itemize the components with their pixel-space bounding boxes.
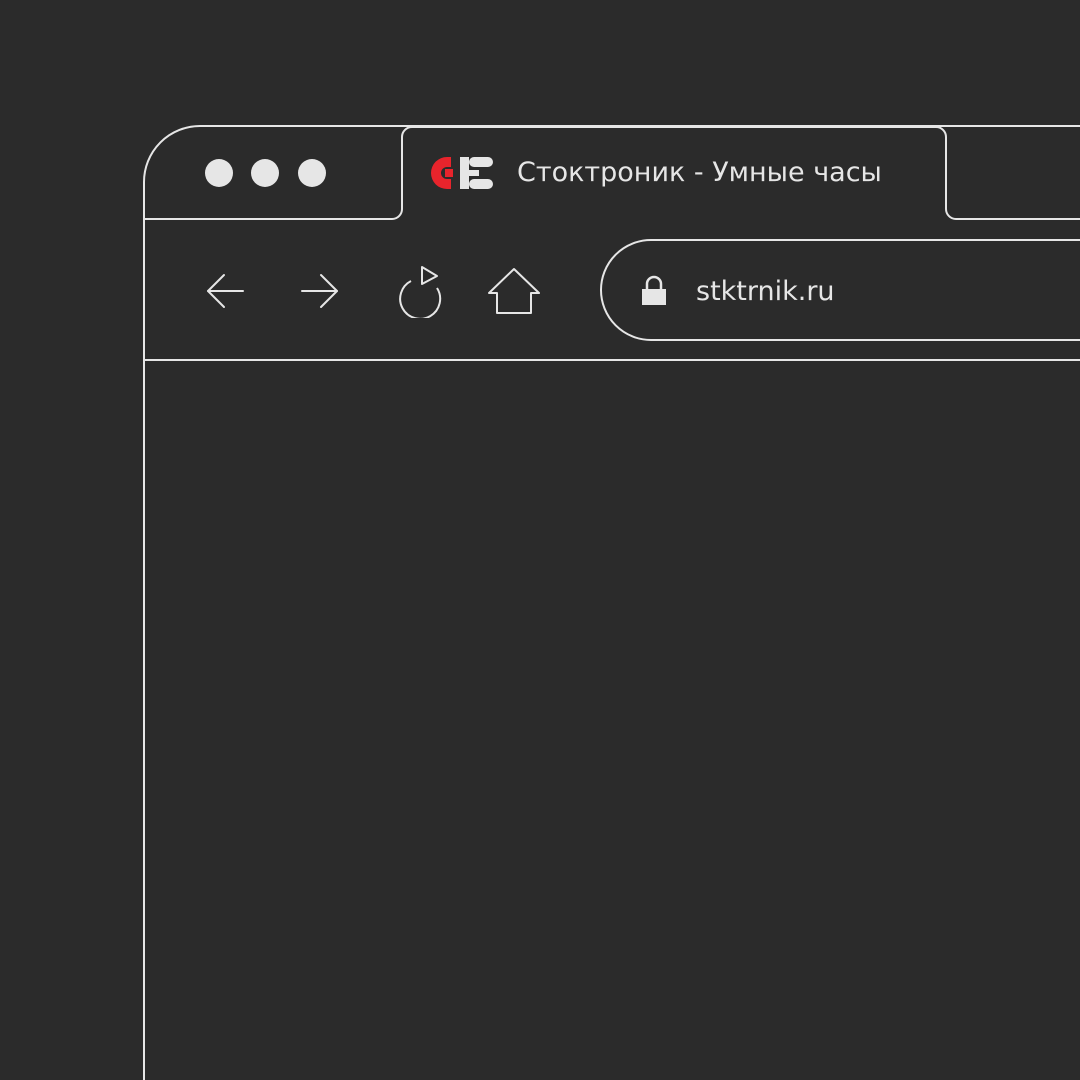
tab-title[interactable]: Стоктроник - Умные часы (517, 155, 882, 191)
stoktronik-logo-icon (431, 157, 493, 189)
window-maximize-button[interactable] (298, 159, 326, 187)
reload-icon (399, 266, 442, 318)
reload-button[interactable] (390, 262, 446, 318)
arrow-left-icon (207, 274, 244, 308)
arrow-right-icon (301, 274, 338, 308)
back-button[interactable] (197, 263, 253, 319)
address-bar-url[interactable]: stktrnik.ru (696, 274, 835, 310)
window-close-button[interactable] (205, 159, 233, 187)
lock-icon (642, 275, 666, 305)
page-content-area (145, 361, 1080, 1080)
window-minimize-button[interactable] (251, 159, 279, 187)
home-icon (488, 268, 540, 314)
browser-mockup: Стоктроник - Умные часы stktrnik.ru (0, 0, 1080, 1080)
home-button[interactable] (486, 262, 542, 318)
address-bar[interactable] (601, 240, 1080, 340)
forward-button[interactable] (292, 263, 348, 319)
